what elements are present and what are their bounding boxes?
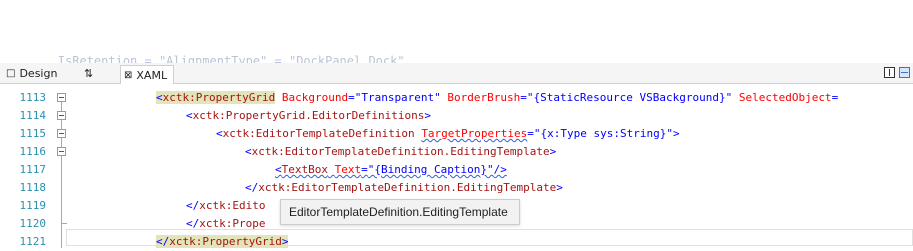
designer-tab-bar: □ Design ⇅ ⊠ XAML xyxy=(0,63,913,84)
vertical-split-button[interactable] xyxy=(884,67,895,78)
line-number: 1121 xyxy=(19,235,47,248)
code-text: </xctk:Edito xyxy=(186,199,266,212)
code-text: </xctk:EditorTemplateDefinition.EditingT… xyxy=(245,181,563,194)
collapse-icon[interactable] xyxy=(57,129,66,138)
code-line: 1115 <xctk:EditorTemplateDefinition Targ… xyxy=(0,125,913,143)
code-line: 1114 <xctk:PropertyGrid.EditorDefinition… xyxy=(0,107,913,125)
line-number: 1114 xyxy=(19,109,47,122)
code-text: </xctk:Prope xyxy=(186,217,266,230)
line-number: 1115 xyxy=(19,127,47,140)
tab-xaml[interactable]: ⊠ XAML xyxy=(120,65,175,84)
code-line: 1113 <xctk:PropertyGrid Background="Tran… xyxy=(0,89,913,107)
horizontal-split-button[interactable] xyxy=(899,67,910,78)
code-text: <xctk:PropertyGrid.EditorDefinitions> xyxy=(186,109,432,122)
line-number: 1120 xyxy=(19,217,47,230)
code-text: <xctk:PropertyGrid Background="Transpare… xyxy=(156,91,839,104)
code-text: <xctk:EditorTemplateDefinition TargetPro… xyxy=(216,127,680,140)
line-number: 1117 xyxy=(19,163,47,176)
collapse-icon[interactable] xyxy=(57,111,66,120)
code-line: 1117 <TextBox Text="{Binding Caption}"/> xyxy=(0,161,913,179)
tab-xaml-label: XAML xyxy=(136,68,168,82)
scrolled-code-line: IsRetention = "AlignmentType" = "DockPan… xyxy=(0,54,405,63)
swap-panes-icon: ⇅ xyxy=(84,66,94,80)
collapse-icon[interactable] xyxy=(57,147,66,156)
tab-design[interactable]: □ Design xyxy=(6,63,57,83)
design-view-icon: □ xyxy=(6,67,16,79)
xaml-view-icon: ⊠ xyxy=(124,69,133,81)
code-line: 1116 <xctk:EditorTemplateDefinition.Edit… xyxy=(0,143,913,161)
line-number: 1118 xyxy=(19,181,47,194)
code-line: 1118 </xctk:EditorTemplateDefinition.Edi… xyxy=(0,179,913,197)
code-text: <TextBox Text="{Binding Caption}"/> xyxy=(275,163,507,176)
code-text: </xctk:PropertyGrid> xyxy=(156,235,289,248)
line-number: 1113 xyxy=(19,91,47,104)
line-number: 1119 xyxy=(19,199,47,212)
tag-tooltip: EditorTemplateDefinition.EditingTemplate xyxy=(280,199,520,225)
line-number: 1116 xyxy=(19,145,47,158)
code-text: <xctk:EditorTemplateDefinition.EditingTe… xyxy=(245,145,557,158)
tab-design-label: Design xyxy=(19,66,58,80)
collapse-icon[interactable] xyxy=(57,93,66,102)
code-line: 1121 </xctk:PropertyGrid> xyxy=(0,233,913,251)
swap-panes-button[interactable]: ⇅ xyxy=(84,63,93,83)
